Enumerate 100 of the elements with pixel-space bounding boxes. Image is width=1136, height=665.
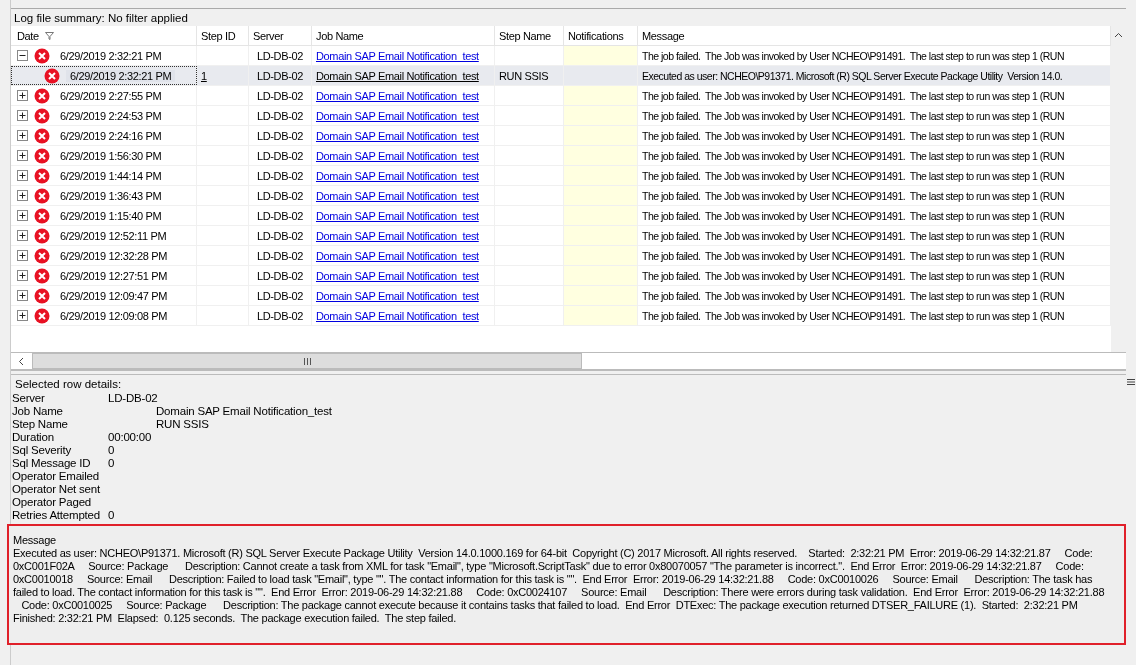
filter-icon[interactable] [44,31,54,40]
message-text: The job failed. The Job was invoked by User NCHEO\P91491. The last step to run was step 1 (RUN [642,249,1064,262]
date-text: 6/29/2019 12:32:28 PM [59,249,169,262]
horizontal-scrollbar[interactable] [11,352,1126,371]
error-icon [44,67,60,84]
server-text: LD-DB-02 [256,309,304,322]
log-row[interactable]: 6/29/2019 12:32:28 PM LD-DB-02 Domain SAP Email Notification_test The job failed. The Job was invoked by User NCHEO\P91491. The last step to run was step 1 (RUN [11,246,1111,266]
job-name-link[interactable]: Domain SAP Email Notification_test [316,309,479,322]
log-row[interactable]: 6/29/2019 2:24:53 PM LD-DB-02 Domain SAP Email Notification_test The job failed. The Job was invoked by User NCHEO\P91491. The last step to run was step 1 (RUN [11,106,1111,126]
detail-label: Server [12,392,46,405]
log-row[interactable]: 6/29/2019 1:36:43 PM LD-DB-02 Domain SAP Email Notification_test The job failed. The Job was invoked by User NCHEO\P91491. The last step to run was step 1 (RUN [11,186,1111,206]
message-line: Finished: 2:32:21 PM Elapsed: 0.125 seconds. The package execution failed. The step failed. [13,612,458,625]
log-row[interactable]: 6/29/2019 12:27:51 PM LD-DB-02 Domain SAP Email Notification_test The job failed. The Job was invoked by User NCHEO\P91491. The last step to run was step 1 (RUN [11,266,1111,286]
scroll-left-icon[interactable] [18,356,24,366]
job-name-link[interactable]: Domain SAP Email Notification_test [316,89,479,102]
log-row[interactable]: 6/29/2019 1:56:30 PM LD-DB-02 Domain SAP Email Notification_test The job failed. The Job was invoked by User NCHEO\P91491. The last step to run was step 1 (RUN [11,146,1111,166]
detail-value: 0 [108,444,115,457]
column-header[interactable]: Notifications [564,26,638,45]
detail-label: Operator Paged [12,496,93,509]
grip-icon [303,357,311,365]
expand-icon[interactable] [17,250,28,261]
detail-label: Sql Message ID [12,457,92,470]
expand-icon[interactable] [17,130,28,141]
date-text: 6/29/2019 12:52:11 PM [59,229,168,242]
collapse-icon[interactable] [17,50,28,61]
job-name-link[interactable]: Domain SAP Email Notification_test [316,149,479,162]
log-summary-title: Log file summary: No filter applied [11,9,1126,26]
column-header[interactable]: Step ID [197,26,249,45]
log-row[interactable]: 6/29/2019 2:27:55 PM LD-DB-02 Domain SAP Email Notification_test The job failed. The Job was invoked by User NCHEO\P91491. The last step to run was step 1 (RUN [11,86,1111,106]
job-name-link[interactable]: Domain SAP Email Notification_test [316,249,479,262]
detail-label: Operator Emailed [12,470,100,483]
message-line: Code: 0xC0010025 Source: Package Description: The package cannot execute because it contains tasks that failed to load. End Error DTExec: The package execution returned DTSER_FAILURE (1). Started: 2:32:21 PM [20,599,1079,612]
detail-label: Step Name [12,418,69,431]
date-text: 6/29/2019 2:27:55 PM [59,89,163,102]
error-icon [34,167,50,184]
step-id-link[interactable]: 1 [201,69,207,82]
message-text: The job failed. The Job was invoked by User NCHEO\P91491. The last step to run was step 1 (RUN [642,209,1064,222]
log-row[interactable]: 6/29/2019 12:09:08 PM LD-DB-02 Domain SAP Email Notification_test The job failed. The Job was invoked by User NCHEO\P91491. The last step to run was step 1 (RUN [11,306,1111,326]
message-text: Executed as user: NCHEO\P91371. Microsoft (R) SQL Server Execute Package Utility Version 14.0. [642,69,1063,82]
expand-icon[interactable] [17,150,28,161]
message-text: The job failed. The Job was invoked by User NCHEO\P91491. The last step to run was step 1 (RUN [642,49,1064,62]
log-row[interactable]: 6/29/2019 1:15:40 PM LD-DB-02 Domain SAP Email Notification_test The job failed. The Job was invoked by User NCHEO\P91491. The last step to run was step 1 (RUN [11,206,1111,226]
job-name-link[interactable]: Domain SAP Email Notification_test [316,289,479,302]
expand-icon[interactable] [17,110,28,121]
message-title: Message [13,534,57,547]
job-name-link[interactable]: Domain SAP Email Notification_test [316,49,479,62]
job-name-link[interactable]: Domain SAP Email Notification_test [316,269,479,282]
server-text: LD-DB-02 [256,289,304,302]
expand-icon[interactable] [17,230,28,241]
column-header[interactable]: Server [249,26,312,45]
expand-icon[interactable] [17,170,28,181]
detail-label: Operator Net sent [12,483,101,496]
job-name-link[interactable]: Domain SAP Email Notification_test [316,169,479,182]
message-text: The job failed. The Job was invoked by User NCHEO\P91491. The last step to run was step 1 (RUN [642,129,1064,142]
job-name-link[interactable]: Domain SAP Email Notification_test [316,209,479,222]
selected-row[interactable]: 6/29/2019 2:32:21 PM 1 LD-DB-02 Domain SAP Email Notification_test RUN SSIS Executed as user: NCHEO\P91371. Microsoft (R) SQL Server Execute Package Utility Version 14.0. [11,66,1111,86]
scroll-up-icon[interactable] [1114,32,1123,38]
error-icon [34,187,50,204]
expand-icon[interactable] [17,270,28,281]
server-text: LD-DB-02 [256,109,304,122]
splitter-grip-icon[interactable] [1127,378,1135,386]
detail-label: Job Name [12,405,64,418]
job-name-link[interactable]: Domain SAP Email Notification_test [316,109,479,122]
log-row[interactable]: 6/29/2019 2:24:16 PM LD-DB-02 Domain SAP Email Notification_test The job failed. The Job was invoked by User NCHEO\P91491. The last step to run was step 1 (RUN [11,126,1111,146]
expand-icon[interactable] [17,210,28,221]
message-text: The job failed. The Job was invoked by User NCHEO\P91491. The last step to run was step 1 (RUN [642,89,1064,102]
server-text: LD-DB-02 [256,49,304,62]
column-header[interactable]: Date [11,26,197,45]
error-icon [34,227,50,244]
error-icon [34,307,50,324]
error-icon [34,127,50,144]
message-line: failed to load. The contact information for this task is "". End Error Error: 2019-06-29 14:32:21.88 Code: 0xC0024107 Source: Email Description: There were errors during task validation. End Error Error: 2019-06-29 14:32:21.88 [13,586,1106,599]
log-row[interactable]: 6/29/2019 12:09:47 PM LD-DB-02 Domain SAP Email Notification_test The job failed. The Job was invoked by User NCHEO\P91491. The last step to run was step 1 (RUN [11,286,1111,306]
date-text: 6/29/2019 1:15:40 PM [59,209,163,222]
expand-icon[interactable] [17,290,28,301]
column-header[interactable]: Job Name [312,26,495,45]
server-text: LD-DB-02 [256,149,304,162]
job-name-link[interactable]: Domain SAP Email Notification_test [316,189,479,202]
expand-icon[interactable] [17,90,28,101]
log-row[interactable]: 6/29/2019 1:44:14 PM LD-DB-02 Domain SAP Email Notification_test The job failed. The Job was invoked by User NCHEO\P91491. The last step to run was step 1 (RUN [11,166,1111,186]
scroll-thumb[interactable] [32,353,582,369]
date-text: 6/29/2019 1:36:43 PM [59,189,163,202]
server-text: LD-DB-02 [256,169,304,182]
log-row[interactable]: 6/29/2019 12:52:11 PM LD-DB-02 Domain SAP Email Notification_test The job failed. The Job was invoked by User NCHEO\P91491. The last step to run was step 1 (RUN [11,226,1111,246]
expand-icon[interactable] [17,190,28,201]
message-line: Executed as user: NCHEO\P91371. Microsoft (R) SQL Server Execute Package Utility Version 14.0.1000.169 for 64-bit Copyright (C) 2017 Microsoft. All rights reserved. Started: 2:32:21 PM Error: 2019-06-29 14:32:21.87 Code: [13,547,1094,560]
server-text: LD-DB-02 [256,89,304,102]
server-text: LD-DB-02 [256,229,304,242]
job-name-link[interactable]: Domain SAP Email Notification_test [316,69,479,82]
message-text: The job failed. The Job was invoked by User NCHEO\P91491. The last step to run was step 1 (RUN [642,189,1064,202]
date-text: 6/29/2019 1:44:14 PM [59,169,163,182]
details-title: Selected row details: [14,378,123,390]
job-name-link[interactable]: Domain SAP Email Notification_test [316,229,479,242]
job-name-link[interactable]: Domain SAP Email Notification_test [316,129,479,142]
column-header[interactable]: Step Name [495,26,564,45]
error-icon [34,207,50,224]
date-text: 6/29/2019 2:24:53 PM [59,109,163,122]
expand-icon[interactable] [17,310,28,321]
server-text: LD-DB-02 [256,249,304,262]
detail-value: RUN SSIS [156,418,209,431]
